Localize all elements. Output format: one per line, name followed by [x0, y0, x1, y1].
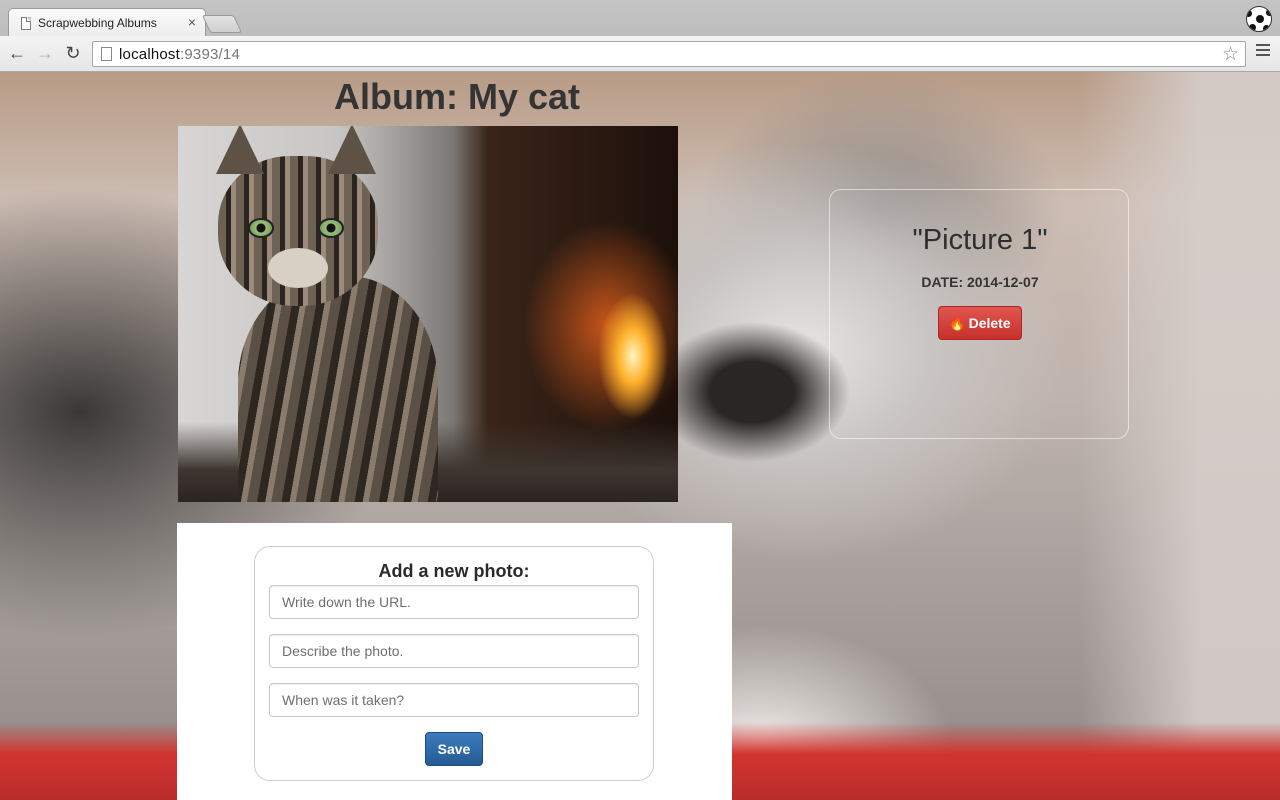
tab-title: Scrapwebbing Albums	[38, 16, 157, 30]
description-input[interactable]	[269, 634, 639, 668]
browser-chrome: Scrapwebbing Albums × ← → ↻ localhost:93…	[0, 0, 1280, 72]
date-input[interactable]	[269, 683, 639, 717]
picture-date: DATE: 2014-12-07	[921, 274, 1039, 290]
url-input[interactable]	[269, 585, 639, 619]
profile-avatar-icon[interactable]	[1246, 6, 1272, 32]
add-photo-panel: Add a new photo: Save	[177, 523, 732, 800]
fire-icon: 🔥	[949, 316, 966, 331]
forward-arrow-icon[interactable]: →	[34, 42, 56, 64]
page-favicon-icon	[21, 17, 31, 30]
picture-title: "Picture 1"	[912, 224, 1048, 256]
tab-close-icon[interactable]: ×	[188, 14, 196, 30]
picture-info-card: "Picture 1" DATE: 2014-12-07 🔥 Delete	[829, 189, 1129, 439]
save-button[interactable]: Save	[425, 732, 483, 766]
album-title: Album: My cat	[334, 76, 581, 117]
bookmark-star-icon[interactable]: ☆	[1222, 43, 1239, 66]
browser-tab[interactable]: Scrapwebbing Albums ×	[8, 8, 206, 36]
album-photo	[178, 126, 678, 502]
reload-icon[interactable]: ↻	[62, 42, 84, 64]
new-tab-button[interactable]	[201, 15, 243, 33]
page-body: Album: My cat "Picture 1" DATE: 2014-12-…	[0, 72, 1280, 800]
delete-button[interactable]: 🔥 Delete	[938, 306, 1022, 340]
tab-strip: Scrapwebbing Albums ×	[0, 0, 1280, 36]
address-bar[interactable]: localhost:9393/14 ☆	[92, 41, 1246, 67]
browser-toolbar: ← → ↻ localhost:9393/14 ☆	[0, 36, 1280, 72]
form-heading: Add a new photo:	[378, 561, 530, 581]
add-photo-form: Add a new photo: Save	[254, 546, 654, 781]
hamburger-menu-icon[interactable]	[1256, 44, 1270, 58]
back-arrow-icon[interactable]: ←	[6, 42, 28, 64]
page-icon	[101, 47, 112, 61]
url-text[interactable]: localhost:9393/14	[119, 46, 240, 63]
